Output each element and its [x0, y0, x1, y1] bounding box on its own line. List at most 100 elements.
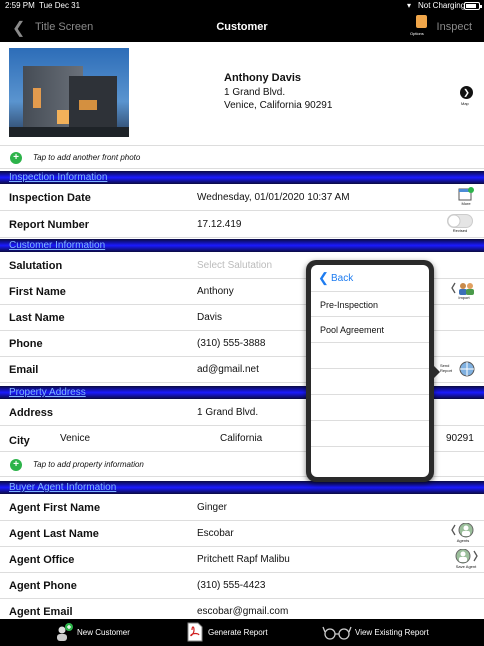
state-field[interactable]: California — [220, 433, 262, 444]
agent-phone-field[interactable]: (310) 555-4423 — [197, 580, 265, 591]
add-front-photo-row[interactable]: + Tap to add another front photo — [0, 145, 484, 169]
customer-address-line1: 1 Grand Blvd. — [224, 87, 286, 98]
photo-window — [33, 88, 41, 108]
report-number-row[interactable]: Report Number 17.12.419 Revised — [0, 212, 484, 238]
inspection-date-row[interactable]: Inspection Date Wednesday, 01/01/2020 10… — [0, 185, 484, 211]
address-field[interactable]: 1 Grand Blvd. — [197, 407, 258, 418]
city-label: City — [9, 435, 30, 447]
popover-arrow — [432, 364, 440, 380]
status-date: Tue Dec 31 — [39, 1, 81, 10]
inspect-button[interactable]: Inspect — [437, 21, 472, 33]
zip-field[interactable]: 90291 — [446, 433, 474, 444]
calendar-icon — [458, 187, 474, 201]
photo-window — [57, 110, 69, 124]
popover-back-button[interactable]: ❮ Back — [311, 265, 429, 291]
agent-last-name-label: Agent Last Name — [9, 528, 99, 540]
new-customer-button[interactable]: New Customer — [54, 619, 134, 646]
new-customer-icon — [57, 623, 73, 641]
agents-button[interactable]: Agents — [450, 523, 476, 543]
agent-email-field[interactable]: escobar@gmail.com — [197, 606, 288, 617]
popover-item-pool-agreement[interactable]: Pool Agreement — [311, 317, 429, 343]
agent-office-field[interactable]: Pritchett Rapf Malibu — [197, 554, 290, 565]
agent-office-row[interactable]: Agent Office Pritchett Rapf Malibu Save … — [0, 547, 484, 573]
popover-empty-row — [311, 343, 429, 369]
toggle-switch-icon — [447, 214, 473, 228]
customer-address-line2: Venice, California 90291 — [224, 100, 333, 111]
add-front-photo-text: Tap to add another front photo — [33, 153, 141, 162]
popover-empty-row — [311, 395, 429, 421]
revised-label: Revised — [452, 228, 468, 233]
battery-icon — [464, 2, 482, 10]
more-label: More — [461, 201, 471, 206]
popover-back-label: Back — [331, 273, 354, 284]
inspection-date-value[interactable]: Wednesday, 01/01/2020 10:37 AM — [197, 192, 350, 203]
send-report-globe-icon — [459, 361, 475, 377]
import-button[interactable]: Import — [451, 281, 477, 300]
generate-report-label: Generate Report — [208, 628, 268, 637]
report-number-value[interactable]: 17.12.419 — [197, 219, 242, 230]
agent-first-name-row[interactable]: Agent First Name Ginger — [0, 495, 484, 521]
agent-last-name-row[interactable]: Agent Last Name Escobar Agents — [0, 521, 484, 547]
popover-list: ❮ Back Pre-Inspection Pool Agreement — [311, 265, 429, 477]
new-customer-label: New Customer — [77, 628, 130, 637]
agent-office-label: Agent Office — [9, 554, 75, 566]
agent-last-name-field[interactable]: Escobar — [197, 528, 234, 539]
section-title[interactable]: Inspection Information — [9, 172, 107, 183]
first-name-label: First Name — [9, 286, 66, 298]
front-photo[interactable] — [9, 48, 129, 137]
salutation-select[interactable]: Select Salutation — [197, 260, 272, 271]
pdf-document-icon — [187, 622, 203, 642]
options-icon[interactable] — [416, 15, 427, 28]
map-arrow-icon[interactable]: ❯ — [460, 86, 473, 99]
back-chevron-icon: ❮ — [318, 270, 329, 285]
agents-label: Agents — [456, 538, 470, 543]
popover-item-label: Pool Agreement — [320, 325, 385, 335]
agent-first-name-field[interactable]: Ginger — [197, 502, 227, 513]
options-label[interactable]: Options — [410, 31, 424, 36]
view-existing-report-button[interactable]: View Existing Report — [322, 619, 432, 646]
save-agent-icon — [455, 549, 478, 564]
more-button[interactable]: More — [455, 187, 477, 206]
send-report-button[interactable]: Send Report — [440, 360, 478, 380]
address-label: Address — [9, 407, 54, 419]
city-field[interactable]: Venice — [60, 433, 90, 444]
generate-report-button[interactable]: Generate Report — [187, 619, 272, 646]
phone-field[interactable]: (310) 555-3888 — [197, 338, 265, 349]
salutation-label: Salutation — [9, 260, 63, 272]
agent-email-label: Agent Email — [9, 606, 73, 618]
section-title[interactable]: Customer Information — [9, 240, 105, 251]
section-title[interactable]: Property Address — [9, 387, 86, 398]
import-label: Import — [458, 295, 470, 300]
save-agent-label: Save Agent — [455, 564, 477, 569]
last-name-label: Last Name — [9, 312, 65, 324]
send-report-label: Send Report — [440, 363, 453, 373]
popover-item-pre-inspection[interactable]: Pre-Inspection — [311, 291, 429, 317]
agent-email-row[interactable]: Agent Email escobar@gmail.com — [0, 599, 484, 619]
section-title[interactable]: Buyer Agent Information — [9, 482, 116, 493]
status-bar: 2:59 PM Tue Dec 31 ▾ Not Charging — [0, 0, 484, 12]
charging-status: Not Charging — [418, 1, 466, 10]
photo-window — [79, 100, 97, 110]
inspection-date-label: Inspection Date — [9, 192, 91, 204]
agent-phone-label: Agent Phone — [9, 580, 77, 592]
customer-name: Anthony Davis — [224, 72, 302, 84]
agent-phone-row[interactable]: Agent Phone (310) 555-4423 — [0, 573, 484, 599]
view-existing-report-label: View Existing Report — [355, 628, 429, 637]
first-name-field[interactable]: Anthony — [197, 286, 234, 297]
phone-label: Phone — [9, 338, 43, 350]
section-buyer-agent-header: Buyer Agent Information — [0, 481, 484, 494]
last-name-field[interactable]: Davis — [197, 312, 222, 323]
map-label[interactable]: Map — [461, 101, 469, 106]
revised-toggle[interactable]: Revised — [446, 214, 474, 233]
report-type-popover: ❮ Back Pre-Inspection Pool Agreement — [306, 260, 440, 482]
section-inspection-header: Inspection Information — [0, 171, 484, 184]
save-agent-button[interactable]: Save Agent — [450, 549, 482, 569]
popover-empty-row — [311, 447, 429, 473]
status-time: 2:59 PM — [5, 1, 35, 10]
nav-bar: ❮ Title Screen Customer Options Inspect — [0, 12, 484, 42]
email-label: Email — [9, 364, 39, 376]
agent-first-name-label: Agent First Name — [9, 502, 101, 514]
email-field[interactable]: ad@gmail.net — [197, 364, 259, 375]
report-number-label: Report Number — [9, 219, 90, 231]
popover-empty-row — [311, 369, 429, 395]
